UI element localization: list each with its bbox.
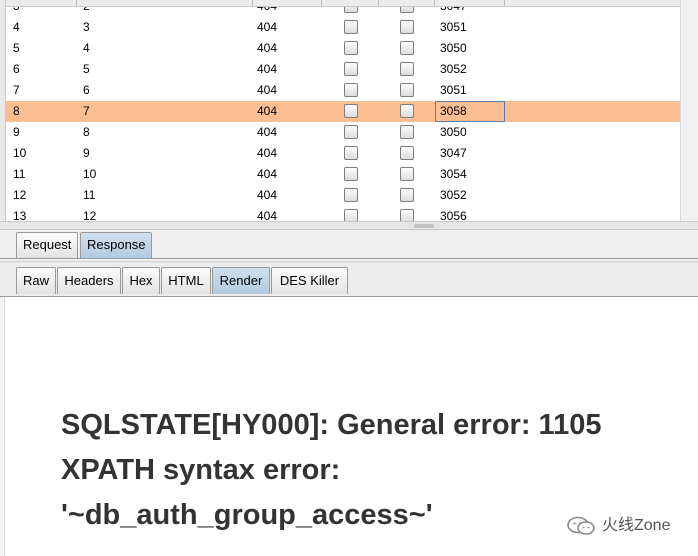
pane-splitter[interactable]: [0, 221, 698, 230]
timeout-checkbox[interactable]: [400, 104, 414, 118]
error-checkbox[interactable]: [344, 146, 358, 160]
table-row[interactable]: 11 10 404 3054: [6, 164, 680, 185]
error-message-line: '~db_auth_group_access~': [61, 499, 433, 531]
results-rows: 3 2 404 3047 4 3 404 3051 5 4 404: [6, 0, 680, 221]
cell-status: 404: [257, 20, 278, 34]
cell-payload: 6: [83, 83, 90, 97]
render-pane-edge: [0, 297, 5, 556]
cell-length: 3056: [440, 209, 467, 221]
cell-length: 3047: [440, 146, 467, 160]
cell-request: 9: [13, 125, 20, 139]
table-row[interactable]: 5 4 404 3050: [6, 38, 680, 59]
error-checkbox[interactable]: [344, 104, 358, 118]
timeout-checkbox[interactable]: [400, 209, 414, 221]
error-checkbox[interactable]: [344, 188, 358, 202]
cell-length: 3050: [440, 125, 467, 139]
error-checkbox[interactable]: [344, 62, 358, 76]
error-checkbox[interactable]: [344, 167, 358, 181]
table-row[interactable]: 4 3 404 3051: [6, 17, 680, 38]
cell-status: 404: [257, 62, 278, 76]
tab-request[interactable]: Request: [16, 232, 78, 258]
timeout-checkbox[interactable]: [400, 125, 414, 139]
results-table-body: 3 2 404 3047 4 3 404 3051 5 4 404: [6, 0, 680, 221]
cell-request: 11: [13, 167, 26, 181]
tab-headers[interactable]: Headers: [57, 267, 121, 294]
cell-request: 6: [13, 62, 20, 76]
timeout-checkbox[interactable]: [400, 41, 414, 55]
cell-payload: 11: [83, 188, 96, 202]
cell-payload: 8: [83, 125, 90, 139]
table-header-stub: [6, 0, 680, 7]
cell-length: 3054: [440, 167, 467, 181]
error-message-line: XPATH syntax error:: [61, 454, 341, 486]
error-message-line: SQLSTATE[HY000]: General error: 1105: [61, 409, 602, 441]
cell-length: 3050: [440, 41, 467, 55]
timeout-checkbox[interactable]: [400, 146, 414, 160]
cell-status: 404: [257, 125, 278, 139]
splitter-grip-icon[interactable]: [414, 224, 434, 228]
tab-hex[interactable]: Hex: [122, 267, 160, 294]
cell-payload: 10: [83, 167, 97, 181]
cell-payload: 4: [83, 41, 90, 55]
divider: [0, 258, 698, 259]
vertical-scrollbar[interactable]: [680, 0, 698, 221]
error-checkbox[interactable]: [344, 125, 358, 139]
cell-payload: 5: [83, 62, 90, 76]
tab-render[interactable]: Render: [212, 267, 270, 294]
cell-status: 404: [257, 146, 278, 160]
cell-length: 3052: [440, 62, 467, 76]
error-checkbox[interactable]: [344, 41, 358, 55]
message-tab-bar: Request Response: [0, 230, 698, 261]
table-row[interactable]: 6 5 404 3052: [6, 59, 680, 80]
cell-request: 4: [13, 20, 20, 34]
cell-length: 3052: [440, 188, 467, 202]
cell-request: 8: [13, 104, 20, 118]
table-row[interactable]: 7 6 404 3051: [6, 80, 680, 101]
watermark-text: 火线Zone: [602, 517, 671, 534]
table-row[interactable]: 12 11 404 3052: [6, 185, 680, 206]
cell-length: 3058: [440, 104, 467, 118]
cell-request: 7: [13, 83, 20, 97]
tab-des-killer[interactable]: DES Killer: [271, 267, 348, 294]
cell-request: 10: [13, 146, 27, 160]
error-checkbox[interactable]: [344, 83, 358, 97]
table-row[interactable]: 9 8 404 3050: [6, 122, 680, 143]
cell-request: 13: [13, 209, 27, 221]
timeout-checkbox[interactable]: [400, 167, 414, 181]
cell-payload: 3: [83, 20, 90, 34]
cell-length: 3051: [440, 20, 467, 34]
view-tab-bar: Raw Headers Hex HTML Render DES Killer: [0, 261, 698, 297]
timeout-checkbox[interactable]: [400, 20, 414, 34]
cell-payload: 12: [83, 209, 97, 221]
cell-status: 404: [257, 209, 278, 221]
cell-status: 404: [257, 41, 278, 55]
tab-html[interactable]: HTML: [161, 267, 211, 294]
error-checkbox[interactable]: [344, 20, 358, 34]
timeout-checkbox[interactable]: [400, 188, 414, 202]
timeout-checkbox[interactable]: [400, 62, 414, 76]
cell-payload: 9: [83, 146, 90, 160]
cell-status: 404: [257, 167, 278, 181]
cell-request: 5: [13, 41, 20, 55]
watermark: 火线Zone: [566, 515, 670, 537]
timeout-checkbox[interactable]: [400, 83, 414, 97]
cell-length: 3051: [440, 83, 467, 97]
results-table: 3 2 404 3047 4 3 404 3051 5 4 404: [0, 0, 698, 221]
table-row[interactable]: 13 12 404 3056: [6, 206, 680, 221]
wechat-icon: [567, 516, 595, 535]
table-row[interactable]: 10 9 404 3047: [6, 143, 680, 164]
tab-raw[interactable]: Raw: [16, 267, 56, 294]
cell-status: 404: [257, 83, 278, 97]
error-checkbox[interactable]: [344, 209, 358, 221]
tab-response[interactable]: Response: [80, 232, 152, 258]
table-row-selected[interactable]: 8 7 404 3058: [6, 101, 680, 122]
cell-status: 404: [257, 188, 278, 202]
cell-status: 404: [257, 104, 278, 118]
cell-payload: 7: [83, 104, 90, 118]
cell-request: 12: [13, 188, 27, 202]
